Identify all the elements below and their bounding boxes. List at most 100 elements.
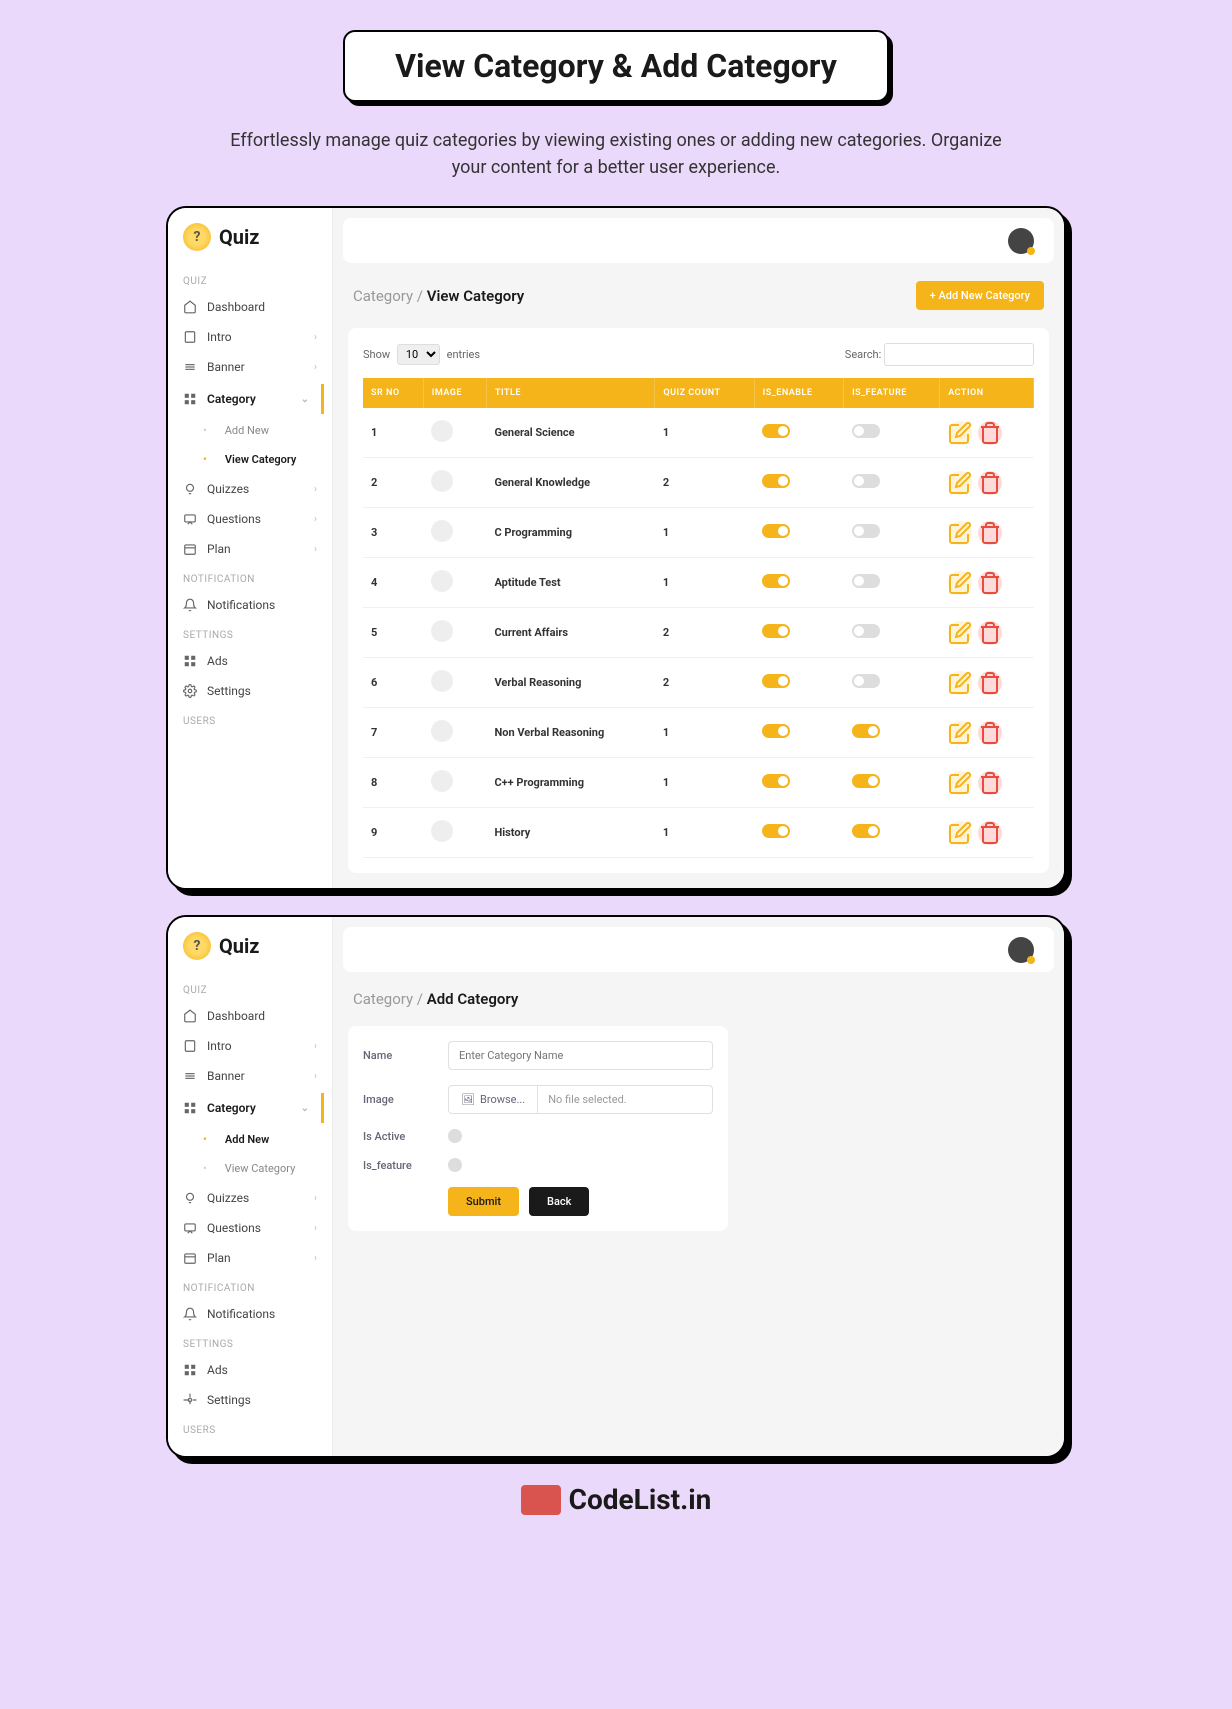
feature-toggle[interactable]: [852, 824, 880, 838]
sidebar-item-dashboard[interactable]: Dashboard: [168, 292, 332, 322]
search-input[interactable]: [884, 343, 1034, 366]
edit-button[interactable]: [948, 671, 972, 695]
enable-toggle[interactable]: [762, 774, 790, 788]
sidebar-item-settings[interactable]: Settings: [168, 1385, 332, 1415]
sidebar-sub-view-category[interactable]: View Category: [168, 445, 332, 474]
page-title: View Category & Add Category: [395, 47, 837, 85]
sidebar-item-intro[interactable]: Intro›: [168, 322, 332, 352]
cell-enable: [754, 758, 843, 808]
feature-toggle[interactable]: [852, 624, 880, 638]
col-feature[interactable]: IS_FEATURE: [844, 378, 940, 408]
cell-title: General Science: [486, 408, 654, 458]
feature-toggle[interactable]: [852, 774, 880, 788]
col-sr[interactable]: SR NO: [363, 378, 423, 408]
feature-toggle[interactable]: [852, 674, 880, 688]
name-input[interactable]: [448, 1041, 713, 1070]
delete-button[interactable]: [978, 771, 1002, 795]
submit-button[interactable]: Submit: [448, 1187, 519, 1216]
banner-icon: [183, 360, 197, 374]
category-icon: [431, 770, 453, 792]
cell-enable: [754, 808, 843, 858]
is-active-toggle[interactable]: [448, 1129, 462, 1143]
image-icon: 🖼: [461, 1093, 475, 1106]
cell-title: Verbal Reasoning: [486, 658, 654, 708]
browse-label: Browse...: [480, 1093, 525, 1106]
cell-count: 1: [655, 508, 754, 558]
browse-button[interactable]: 🖼 Browse...: [449, 1086, 538, 1113]
home-icon: [183, 300, 197, 314]
edit-button[interactable]: [948, 721, 972, 745]
sidebar-item-banner[interactable]: Banner›: [168, 1061, 332, 1091]
sidebar-item-quizzes[interactable]: Quizzes›: [168, 1183, 332, 1213]
image-label: Image: [363, 1093, 433, 1106]
enable-toggle[interactable]: [762, 474, 790, 488]
delete-button[interactable]: [978, 521, 1002, 545]
sidebar-item-ads[interactable]: Ads: [168, 646, 332, 676]
delete-button[interactable]: [978, 721, 1002, 745]
feature-toggle[interactable]: [852, 424, 880, 438]
feature-toggle[interactable]: [852, 474, 880, 488]
edit-button[interactable]: [948, 421, 972, 445]
edit-button[interactable]: [948, 621, 972, 645]
cell-feature: [844, 808, 940, 858]
col-image[interactable]: IMAGE: [423, 378, 486, 408]
sidebar-item-plan[interactable]: Plan›: [168, 1243, 332, 1273]
entries-select[interactable]: 10: [397, 344, 440, 365]
search-label: Search:: [845, 348, 881, 361]
edit-button[interactable]: [948, 821, 972, 845]
enable-toggle[interactable]: [762, 824, 790, 838]
sidebar-label: Settings: [207, 684, 251, 698]
enable-toggle[interactable]: [762, 424, 790, 438]
sidebar-item-dashboard[interactable]: Dashboard: [168, 1001, 332, 1031]
feature-toggle[interactable]: [852, 524, 880, 538]
sidebar-item-ads[interactable]: Ads: [168, 1355, 332, 1385]
sidebar-item-category[interactable]: Category⌄: [168, 1093, 324, 1123]
delete-button[interactable]: [978, 821, 1002, 845]
cell-enable: [754, 658, 843, 708]
sidebar-item-quizzes[interactable]: Quizzes›: [168, 474, 332, 504]
back-button[interactable]: Back: [529, 1187, 589, 1216]
delete-button[interactable]: [978, 671, 1002, 695]
delete-button[interactable]: [978, 471, 1002, 495]
sidebar-item-banner[interactable]: Banner›: [168, 352, 332, 382]
sidebar-sub-add-new[interactable]: Add New: [168, 1125, 332, 1154]
edit-button[interactable]: [948, 771, 972, 795]
col-count[interactable]: QUIZ COUNT: [655, 378, 754, 408]
sidebar-item-plan[interactable]: Plan›: [168, 534, 332, 564]
enable-toggle[interactable]: [762, 724, 790, 738]
enable-toggle[interactable]: [762, 524, 790, 538]
sidebar-sub-view-category[interactable]: View Category: [168, 1154, 332, 1183]
col-title[interactable]: TITLE: [486, 378, 654, 408]
sidebar-item-questions[interactable]: Questions›: [168, 1213, 332, 1243]
edit-button[interactable]: [948, 571, 972, 595]
add-new-category-button[interactable]: + Add New Category: [916, 281, 1044, 310]
calendar-icon: [183, 542, 197, 556]
sidebar-item-settings[interactable]: Settings: [168, 676, 332, 706]
feature-toggle[interactable]: [852, 574, 880, 588]
col-enable[interactable]: IS_ENABLE: [754, 378, 843, 408]
is-feature-toggle[interactable]: [448, 1158, 462, 1172]
enable-toggle[interactable]: [762, 674, 790, 688]
col-action[interactable]: ACTION: [940, 378, 1034, 408]
enable-toggle[interactable]: [762, 574, 790, 588]
cell-enable: [754, 558, 843, 608]
avatar[interactable]: [1008, 228, 1034, 254]
category-icon: [431, 420, 453, 442]
sidebar-item-category[interactable]: Category⌄: [168, 384, 324, 414]
edit-button[interactable]: [948, 471, 972, 495]
feature-toggle[interactable]: [852, 724, 880, 738]
cell-sr: 8: [363, 758, 423, 808]
sidebar-item-notifications[interactable]: Notifications: [168, 1299, 332, 1329]
table-row: 2 General Knowledge 2: [363, 458, 1034, 508]
delete-button[interactable]: [978, 421, 1002, 445]
sidebar-item-notifications[interactable]: Notifications: [168, 590, 332, 620]
delete-button[interactable]: [978, 571, 1002, 595]
sidebar-item-intro[interactable]: Intro›: [168, 1031, 332, 1061]
enable-toggle[interactable]: [762, 624, 790, 638]
edit-button[interactable]: [948, 521, 972, 545]
delete-button[interactable]: [978, 621, 1002, 645]
sidebar-item-questions[interactable]: Questions›: [168, 504, 332, 534]
sidebar-sub-add-new[interactable]: Add New: [168, 416, 332, 445]
avatar[interactable]: [1008, 937, 1034, 963]
table-row: 8 C++ Programming 1: [363, 758, 1034, 808]
